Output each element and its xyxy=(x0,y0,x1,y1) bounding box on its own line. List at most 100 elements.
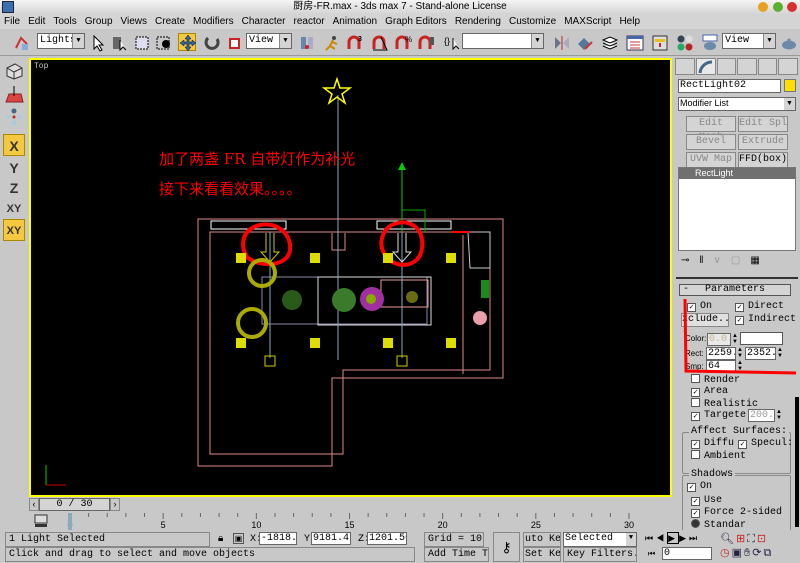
angle-snap-icon[interactable] xyxy=(370,33,388,51)
configure-sets-icon[interactable]: ▦ xyxy=(750,255,769,266)
key-mode-dropdown[interactable]: Selected ▼ xyxy=(563,532,637,547)
standard-radio[interactable]: Standar xyxy=(691,519,746,528)
modifier-list-dropdown[interactable]: Modifier List ▼ xyxy=(678,97,796,111)
add-time-tag-button[interactable]: Add Time Tag xyxy=(424,547,489,562)
z-coordinate-field[interactable]: 1201.56: xyxy=(367,532,407,545)
absolute-mode-icon[interactable]: ▣ xyxy=(233,533,244,544)
stack-item-rectlight[interactable]: RectLight xyxy=(679,168,795,179)
next-frame-icon[interactable]: ▶ xyxy=(679,533,689,543)
y-coordinate-field[interactable]: 9181.47: xyxy=(311,532,351,545)
material-editor-icon[interactable] xyxy=(675,33,693,51)
area-checkbox[interactable]: ✓ Area xyxy=(691,386,728,398)
prev-frame-arrow[interactable]: ‹ xyxy=(29,498,39,511)
axis-xy-button[interactable]: XY xyxy=(3,198,25,220)
key-icon[interactable]: ⚷ xyxy=(493,532,520,562)
select-cursor-icon[interactable] xyxy=(88,33,106,52)
object-color-swatch[interactable] xyxy=(784,79,796,92)
current-frame-marker[interactable] xyxy=(68,513,72,530)
zoom-extents-icon[interactable]: ⛶ xyxy=(747,533,757,545)
edit-named-selection-icon[interactable]: {} xyxy=(442,33,460,51)
menu-reactor[interactable]: reactor xyxy=(290,14,329,29)
named-selection-dropdown[interactable]: ▼ xyxy=(462,33,544,49)
track-bar[interactable]: 051015202530 xyxy=(29,513,672,530)
axis-z-button[interactable]: Z xyxy=(3,177,25,199)
time-slider[interactable]: ‹ 0 / 30 › xyxy=(29,497,672,513)
object-name-field[interactable]: RectLight02 xyxy=(678,79,781,93)
axis-xy-constraint-button[interactable]: XY xyxy=(3,219,25,241)
use-checkbox[interactable]: ✓ Use xyxy=(691,495,722,507)
schematic-view-icon[interactable] xyxy=(650,33,668,51)
edit-spline-button[interactable]: Edit Spline xyxy=(738,116,788,132)
utilities-tab-icon[interactable] xyxy=(778,58,798,75)
specular-checkbox[interactable]: ✓ Specul: xyxy=(738,438,793,450)
key-filters-button[interactable]: Key Filters... xyxy=(563,547,637,562)
top-viewport[interactable]: Top 加了两盏 FR 自带灯作为补光 接下来看看效果。。。。 xyxy=(29,58,672,497)
zoom-icon[interactable]: 🔍︎ xyxy=(720,533,736,545)
force-2-sided-checkbox[interactable]: ✓ Force 2-sided xyxy=(691,507,782,519)
move-icon[interactable] xyxy=(178,33,197,52)
hierarchy-icon[interactable] xyxy=(3,107,25,129)
zoom-all-icon[interactable]: ⊞ xyxy=(736,533,747,545)
menu-customize[interactable]: Customize xyxy=(505,14,560,29)
display-tab-icon[interactable] xyxy=(757,58,778,75)
parameters-rollout-header[interactable]: - Parameters xyxy=(679,284,791,296)
rotate-icon[interactable] xyxy=(202,33,220,51)
axis-x-button[interactable]: X xyxy=(3,134,25,156)
menu-maxscript[interactable]: MAXScript xyxy=(560,14,615,29)
layer-manager-icon[interactable] xyxy=(600,33,619,51)
shadows-on-checkbox[interactable]: ✓ On xyxy=(687,481,712,493)
ffd-box-button[interactable]: FFD(box) xyxy=(738,152,788,168)
box-icon[interactable] xyxy=(3,61,25,83)
uvw-map-button[interactable]: UVW Map xyxy=(686,152,736,168)
rectangle-selection-icon[interactable] xyxy=(132,33,150,51)
render-scene-icon[interactable] xyxy=(700,33,718,51)
menu-file[interactable]: File xyxy=(0,14,24,29)
axis-y-button[interactable]: Y xyxy=(3,157,25,179)
menu-character[interactable]: Character xyxy=(238,14,290,29)
targeted-checkbox[interactable]: ✓ Targete xyxy=(691,410,746,422)
ambient-checkbox[interactable]: Ambient xyxy=(691,450,746,463)
menu-animation[interactable]: Animation xyxy=(329,14,381,29)
close-button[interactable] xyxy=(787,2,797,12)
mirror-icon[interactable] xyxy=(552,33,570,51)
hierarchy-tab-icon[interactable] xyxy=(716,58,737,75)
previous-frame-icon[interactable]: ◀ xyxy=(656,533,667,543)
quick-render-icon[interactable] xyxy=(779,33,797,51)
spinner-icon[interactable]: ▲ ▼ xyxy=(776,409,782,422)
curve-editor-icon[interactable] xyxy=(625,33,644,51)
time-slider-thumb[interactable]: 0 / 30 xyxy=(39,498,110,511)
region-zoom-icon[interactable]: ▣ xyxy=(732,547,744,559)
set-key-button[interactable]: Set Key xyxy=(523,547,561,562)
panel-scrollbar[interactable] xyxy=(795,397,799,527)
menu-graph-editors[interactable]: Graph Editors xyxy=(381,14,451,29)
menu-views[interactable]: Views xyxy=(117,14,152,29)
manipulate-icon[interactable] xyxy=(322,33,340,51)
menu-rendering[interactable]: Rendering xyxy=(451,14,505,29)
menu-tools[interactable]: Tools xyxy=(49,14,80,29)
select-link-icon[interactable] xyxy=(12,33,30,51)
menu-edit[interactable]: Edit xyxy=(24,14,49,29)
menu-help[interactable]: Help xyxy=(615,14,644,29)
scale-icon[interactable] xyxy=(225,33,243,51)
align-icon[interactable] xyxy=(575,33,593,51)
show-end-result-icon[interactable]: ‖ xyxy=(699,255,713,266)
modify-tab-icon[interactable] xyxy=(695,58,716,75)
pin-stack-icon[interactable]: ⊸ xyxy=(681,255,699,266)
create-tab-icon[interactable] xyxy=(675,58,695,75)
menu-modifiers[interactable]: Modifiers xyxy=(189,14,238,29)
minimize-button[interactable] xyxy=(758,2,768,12)
play-icon[interactable]: ▶ xyxy=(667,532,680,544)
auto-key-button[interactable]: uto Key xyxy=(523,532,561,547)
go-to-start-icon[interactable]: ⏮ xyxy=(645,533,656,543)
arc-rotate-icon[interactable]: ⟳ xyxy=(752,547,763,559)
selection-filter-dropdown[interactable]: Lights ▼ xyxy=(37,33,85,49)
lock-selection-icon[interactable]: 🔒︎ xyxy=(218,533,223,544)
x-coordinate-field[interactable]: -1818.5( xyxy=(259,532,297,545)
diffuse-checkbox[interactable]: ✓ Diffu xyxy=(691,438,734,450)
snap-3d-icon[interactable]: 3 xyxy=(345,33,363,51)
zoom-extents-all-icon[interactable]: ⊡ xyxy=(757,533,768,545)
pivot-center-icon[interactable] xyxy=(297,33,315,51)
menu-group[interactable]: Group xyxy=(81,14,117,29)
remove-modifier-icon[interactable]: ▢ xyxy=(731,255,750,266)
bevel-button[interactable]: Bevel xyxy=(686,134,736,150)
